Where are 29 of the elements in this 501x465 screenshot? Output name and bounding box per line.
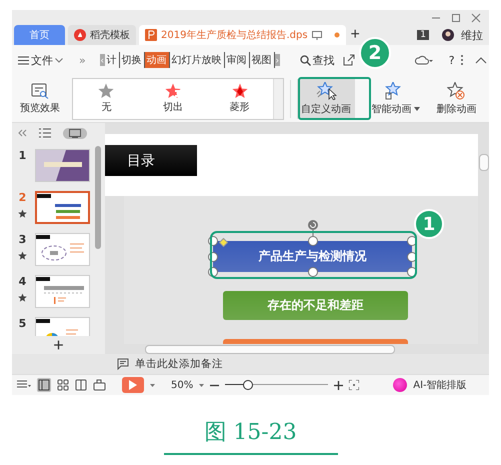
notes-placeholder[interactable]: 单击此处添加备注 — [135, 357, 223, 371]
slide-number: 5 — [18, 317, 26, 330]
help-button[interactable]: ? — [448, 54, 455, 66]
ai-layout-button[interactable]: AI-智能排版 — [413, 378, 467, 392]
figure-caption: 图 15-23 — [204, 419, 297, 447]
new-tab-button[interactable]: + — [350, 26, 360, 44]
file-menu[interactable]: 文件 — [18, 52, 63, 68]
search-button[interactable]: 查找 — [300, 52, 335, 68]
zoom-level[interactable]: 50% — [171, 380, 194, 390]
add-slide-button[interactable]: + — [12, 336, 105, 354]
ribbon-tab[interactable]: 幻灯片放映 — [170, 52, 225, 68]
animation-option[interactable]: 切出 — [140, 78, 206, 118]
ribbon-tab[interactable]: 审阅 — [224, 52, 250, 68]
ribbon-tab[interactable]: 计 — [104, 52, 120, 68]
tab[interactable]: 稻壳模板 — [68, 25, 136, 45]
slide-number: 4 — [18, 275, 26, 288]
slide-number: 2 — [18, 191, 26, 204]
preview-button[interactable]: 预览效果 — [16, 78, 64, 118]
animation-option[interactable]: 无 — [73, 78, 140, 118]
slide-title: 目录 — [105, 145, 197, 176]
slide-number: 1 — [18, 149, 26, 162]
content-block[interactable]: 产品生产与检测情况 — [213, 241, 412, 272]
ribbon-button[interactable]: 智能动画 — [363, 78, 420, 118]
animation-option[interactable]: 菱形 — [206, 78, 274, 118]
ribbon-button[interactable]: 自定义动画 — [297, 78, 356, 118]
user-name[interactable]: 维拉 — [461, 28, 483, 42]
ribbon-button[interactable]: 删除动画 — [428, 78, 485, 118]
slide-number: 3 — [18, 233, 26, 246]
window-count-badge[interactable]: 1 — [417, 30, 429, 40]
